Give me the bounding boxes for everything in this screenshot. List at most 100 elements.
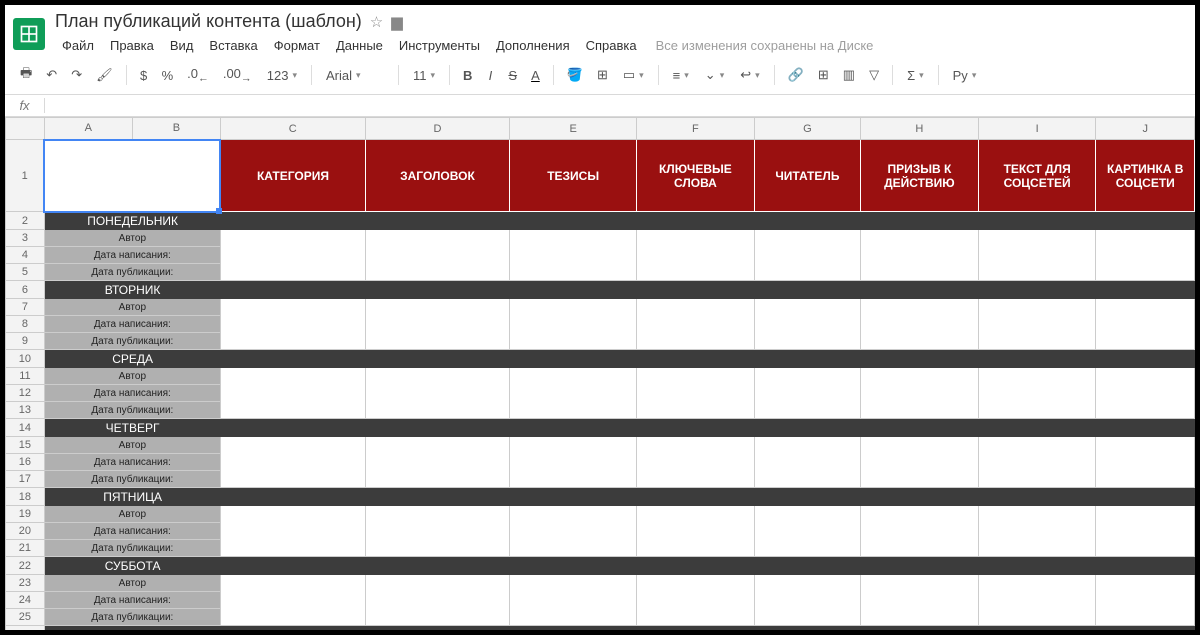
day-dark-cell[interactable] xyxy=(220,557,365,575)
data-cell[interactable] xyxy=(636,437,754,488)
day-label[interactable]: ВОСКРЕСЕНЬЕ xyxy=(44,626,220,631)
day-dark-cell[interactable] xyxy=(754,626,860,631)
day-dark-cell[interactable] xyxy=(636,557,754,575)
row-head-7[interactable]: 7 xyxy=(6,299,45,316)
row-head-17[interactable]: 17 xyxy=(6,471,45,488)
row-head-24[interactable]: 24 xyxy=(6,592,45,609)
data-cell[interactable] xyxy=(220,230,365,281)
menu-file[interactable]: Файл xyxy=(55,35,101,56)
day-dark-cell[interactable] xyxy=(1096,419,1195,437)
menu-data[interactable]: Данные xyxy=(329,35,390,56)
day-dark-cell[interactable] xyxy=(978,281,1096,299)
data-cell[interactable] xyxy=(1096,575,1195,626)
col-head-i[interactable]: I xyxy=(978,118,1096,140)
day-dark-cell[interactable] xyxy=(510,419,637,437)
col-head-b[interactable]: B xyxy=(132,118,220,140)
col-head-j[interactable]: J xyxy=(1096,118,1195,140)
day-dark-cell[interactable] xyxy=(510,350,637,368)
day-dark-cell[interactable] xyxy=(978,419,1096,437)
day-dark-cell[interactable] xyxy=(754,212,860,230)
data-cell[interactable] xyxy=(510,437,637,488)
day-dark-cell[interactable] xyxy=(365,281,510,299)
day-label[interactable]: ВТОРНИК xyxy=(44,281,220,299)
wrap-button[interactable]: ↩▾ xyxy=(734,65,765,85)
data-cell[interactable] xyxy=(1096,299,1195,350)
day-dark-cell[interactable] xyxy=(220,281,365,299)
data-cell[interactable] xyxy=(1096,437,1195,488)
strike-button[interactable]: S xyxy=(503,65,522,86)
paint-format-icon[interactable]: 🖌 xyxy=(91,64,118,86)
data-cell[interactable] xyxy=(636,368,754,419)
header-i[interactable]: ТЕКСТ ДЛЯ СОЦСЕТЕЙ xyxy=(978,140,1096,212)
col-head-h[interactable]: H xyxy=(860,118,978,140)
header-h[interactable]: ПРИЗЫВ К ДЕЙСТВИЮ xyxy=(860,140,978,212)
day-dark-cell[interactable] xyxy=(365,557,510,575)
row-head-2[interactable]: 2 xyxy=(6,212,45,230)
spreadsheet[interactable]: A B C D E F G H I J 1КАТЕГОРИЯЗАГОЛОВОКТ… xyxy=(5,117,1195,630)
italic-button[interactable]: I xyxy=(481,65,499,86)
format-percent[interactable]: % xyxy=(157,65,179,86)
meta-label[interactable]: Дата написания: xyxy=(44,247,220,264)
day-dark-cell[interactable] xyxy=(1096,626,1195,631)
col-head-d[interactable]: D xyxy=(365,118,510,140)
data-cell[interactable] xyxy=(1096,368,1195,419)
data-cell[interactable] xyxy=(636,299,754,350)
day-dark-cell[interactable] xyxy=(220,350,365,368)
day-dark-cell[interactable] xyxy=(754,350,860,368)
day-dark-cell[interactable] xyxy=(978,212,1096,230)
data-cell[interactable] xyxy=(365,368,510,419)
number-format-select[interactable]: 123▾ xyxy=(261,66,303,85)
day-dark-cell[interactable] xyxy=(860,557,978,575)
row-head-23[interactable]: 23 xyxy=(6,575,45,592)
day-dark-cell[interactable] xyxy=(365,212,510,230)
meta-label[interactable]: Автор xyxy=(44,230,220,247)
meta-label[interactable]: Автор xyxy=(44,506,220,523)
data-cell[interactable] xyxy=(978,368,1096,419)
day-dark-cell[interactable] xyxy=(860,488,978,506)
data-cell[interactable] xyxy=(510,299,637,350)
day-dark-cell[interactable] xyxy=(510,557,637,575)
data-cell[interactable] xyxy=(754,230,860,281)
row-head-11[interactable]: 11 xyxy=(6,368,45,385)
day-dark-cell[interactable] xyxy=(1096,212,1195,230)
meta-label[interactable]: Дата публикации: xyxy=(44,540,220,557)
v-align-button[interactable]: ⌄▾ xyxy=(699,65,730,85)
day-dark-cell[interactable] xyxy=(365,488,510,506)
meta-label[interactable]: Дата публикации: xyxy=(44,264,220,281)
merge-cells-button[interactable]: ▭▾ xyxy=(617,65,650,85)
data-cell[interactable] xyxy=(510,506,637,557)
data-cell[interactable] xyxy=(1096,506,1195,557)
font-size-select[interactable]: 11▾ xyxy=(407,66,441,85)
fill-color-button[interactable]: 🪣 xyxy=(562,64,588,86)
input-lang-button[interactable]: Ру▾ xyxy=(947,66,983,85)
row-head-22[interactable]: 22 xyxy=(6,557,45,575)
functions-button[interactable]: Σ▾ xyxy=(901,66,930,85)
menu-view[interactable]: Вид xyxy=(163,35,201,56)
meta-label[interactable]: Дата написания: xyxy=(44,316,220,333)
data-cell[interactable] xyxy=(636,230,754,281)
data-cell[interactable] xyxy=(365,299,510,350)
row-head-12[interactable]: 12 xyxy=(6,385,45,402)
data-cell[interactable] xyxy=(636,575,754,626)
header-d[interactable]: ЗАГОЛОВОК xyxy=(365,140,510,212)
data-cell[interactable] xyxy=(636,506,754,557)
header-j[interactable]: КАРТИНКА В СОЦСЕТИ xyxy=(1096,140,1195,212)
menu-edit[interactable]: Правка xyxy=(103,35,161,56)
meta-label[interactable]: Автор xyxy=(44,299,220,316)
menu-help[interactable]: Справка xyxy=(579,35,644,56)
filter-button[interactable]: ▽ xyxy=(864,64,884,86)
data-cell[interactable] xyxy=(1096,230,1195,281)
day-label[interactable]: ЧЕТВЕРГ xyxy=(44,419,220,437)
font-select[interactable]: Arial▾ xyxy=(320,66,390,85)
day-dark-cell[interactable] xyxy=(978,350,1096,368)
meta-label[interactable]: Дата публикации: xyxy=(44,609,220,626)
day-label[interactable]: СУББОТА xyxy=(44,557,220,575)
day-dark-cell[interactable] xyxy=(636,212,754,230)
data-cell[interactable] xyxy=(510,575,637,626)
data-cell[interactable] xyxy=(510,368,637,419)
day-dark-cell[interactable] xyxy=(860,281,978,299)
data-cell[interactable] xyxy=(978,575,1096,626)
data-cell[interactable] xyxy=(220,437,365,488)
day-dark-cell[interactable] xyxy=(1096,281,1195,299)
day-dark-cell[interactable] xyxy=(860,626,978,631)
